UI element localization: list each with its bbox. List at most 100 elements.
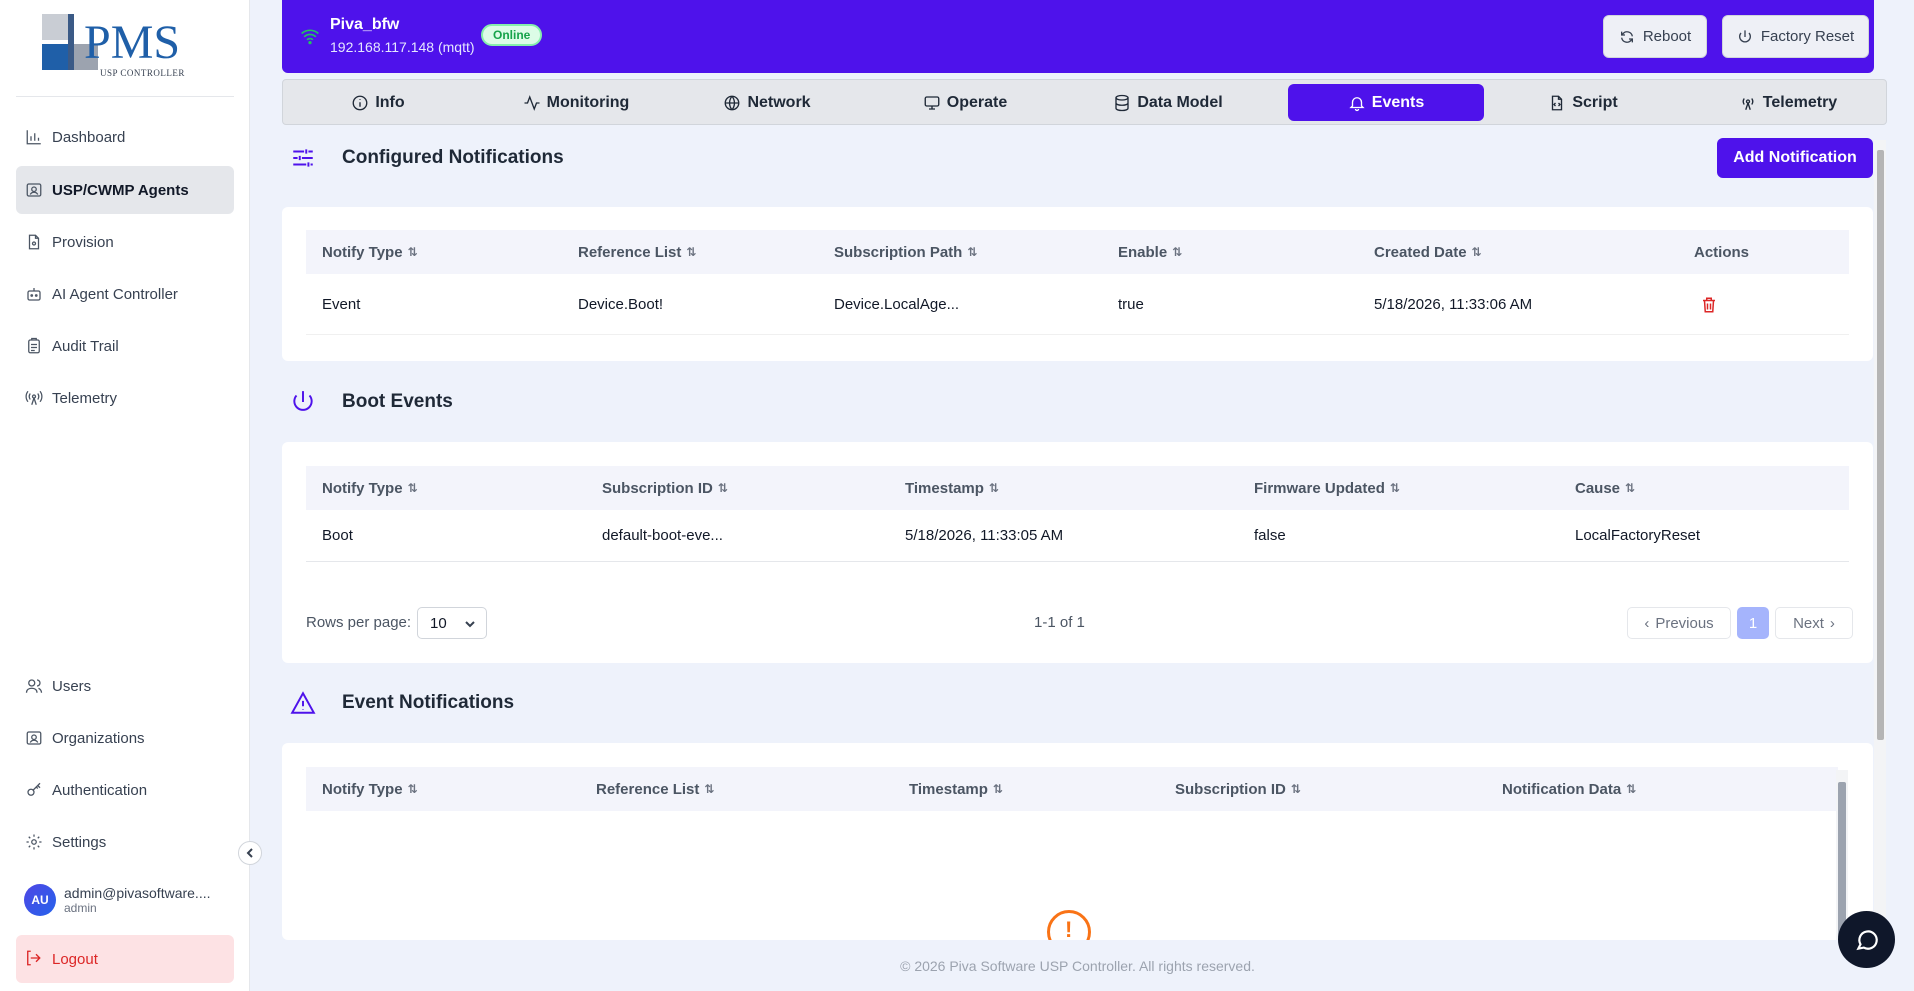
cell-created-date: 5/18/2026, 11:33:06 AM: [1374, 296, 1533, 313]
sort-icon: ⇅: [704, 782, 715, 796]
sidebar-item-telemetry[interactable]: Telemetry: [16, 374, 234, 422]
rows-per-page-label: Rows per page:: [306, 614, 412, 631]
user-email: admin@pivasoftware....: [64, 885, 211, 901]
chevron-left-icon: ‹: [1644, 614, 1650, 632]
sidebar-item-settings[interactable]: Settings: [16, 818, 234, 866]
column-header-notify-type[interactable]: Notify Type ⇅: [322, 781, 418, 798]
power-icon: [1738, 29, 1751, 42]
tab-telemetry[interactable]: Telemetry: [1703, 84, 1873, 121]
boot-events-header: Boot Events: [282, 382, 453, 422]
column-header-firmware-updated[interactable]: Firmware Updated ⇅: [1254, 480, 1400, 497]
delete-icon[interactable]: [1700, 296, 1718, 318]
cell-cause: LocalFactoryReset: [1575, 527, 1701, 544]
column-header-notification-data[interactable]: Notification Data ⇅: [1502, 781, 1636, 798]
tab-label: Info: [375, 93, 405, 111]
sidebar-item-ai-agent-controller[interactable]: AI Agent Controller: [16, 270, 234, 318]
next-page-button[interactable]: Next ›: [1775, 607, 1853, 639]
tab-network[interactable]: Network: [697, 84, 837, 121]
refresh-icon: [1620, 30, 1633, 43]
bell-icon: [1349, 96, 1365, 111]
column-header-notify-type[interactable]: Notify Type ⇅: [322, 244, 418, 261]
monitor-icon: [924, 95, 940, 110]
tab-operate[interactable]: Operate: [895, 84, 1035, 121]
cell-subscription-id: default-boot-eve...: [602, 527, 723, 544]
sidebar-item-usp-cwmp-agents[interactable]: USP/CWMP Agents: [16, 166, 234, 214]
sidebar-item-provision[interactable]: Provision: [16, 218, 234, 266]
logout-button[interactable]: Logout: [16, 935, 234, 983]
pms-logo[interactable]: PMS USP CONTROLLER: [40, 14, 212, 80]
sort-icon: ⇅: [967, 245, 978, 259]
factory-reset-button[interactable]: Factory Reset: [1722, 15, 1869, 58]
users-icon: [24, 676, 44, 696]
reboot-button[interactable]: Reboot: [1603, 15, 1707, 58]
antenna-icon: [24, 388, 44, 408]
sidebar-item-organizations[interactable]: Organizations: [16, 714, 234, 762]
column-header-cause[interactable]: Cause ⇅: [1575, 480, 1635, 497]
sidebar: PMS USP CONTROLLER Dashboard USP/CWMP Ag…: [0, 0, 250, 991]
tab-data-model[interactable]: Data Model: [1083, 84, 1253, 121]
section-title: Event Notifications: [342, 692, 515, 713]
column-header-reference-list[interactable]: Reference List ⇅: [596, 781, 714, 798]
sort-icon: ⇅: [407, 481, 418, 495]
device-address: 192.168.117.148 (mqtt): [330, 39, 475, 55]
sidebar-item-dashboard[interactable]: Dashboard: [16, 113, 234, 161]
table-scrollbar-thumb[interactable]: [1838, 782, 1846, 940]
table-row: Boot default-boot-eve... 5/18/2026, 11:3…: [306, 510, 1849, 562]
column-header-notify-type[interactable]: Notify Type ⇅: [322, 480, 418, 497]
column-header-timestamp[interactable]: Timestamp ⇅: [909, 781, 1003, 798]
sort-icon: ⇅: [686, 245, 697, 259]
tab-events[interactable]: Events: [1288, 84, 1484, 121]
sidebar-item-users[interactable]: Users: [16, 662, 234, 710]
tab-label: Operate: [946, 93, 1008, 111]
sidebar-item-audit-trail[interactable]: Audit Trail: [16, 322, 234, 370]
tab-label: Script: [1572, 93, 1618, 111]
tab-script[interactable]: Script: [1518, 84, 1648, 121]
avatar: AU: [24, 884, 56, 916]
chat-button[interactable]: [1838, 911, 1895, 968]
sidebar-collapse-button[interactable]: [238, 841, 262, 865]
chat-bubble-icon: [1855, 929, 1878, 950]
sort-icon: ⇅: [988, 481, 999, 495]
wifi-icon: [300, 26, 320, 46]
sort-icon: ⇅: [1172, 245, 1183, 259]
sort-icon: ⇅: [1389, 481, 1400, 495]
column-header-subscription-id[interactable]: Subscription ID ⇅: [1175, 781, 1301, 798]
sidebar-item-label: AI Agent Controller: [52, 285, 178, 303]
column-header-timestamp[interactable]: Timestamp ⇅: [905, 480, 999, 497]
clipboard-icon: [24, 336, 44, 356]
tab-label: Events: [1371, 93, 1425, 111]
user-profile[interactable]: AU admin@pivasoftware.... admin: [24, 880, 234, 920]
gear-icon: [24, 832, 44, 852]
page-scrollbar-thumb[interactable]: [1877, 150, 1884, 740]
tab-label: Data Model: [1137, 93, 1223, 111]
tab-monitoring[interactable]: Monitoring: [501, 84, 651, 121]
page-number-button[interactable]: 1: [1737, 607, 1769, 639]
rows-per-page-select[interactable]: 10: [417, 607, 487, 639]
tab-label: Telemetry: [1762, 93, 1838, 111]
column-header-subscription-id[interactable]: Subscription ID ⇅: [602, 480, 728, 497]
column-header-reference-list[interactable]: Reference List ⇅: [578, 244, 696, 261]
sort-icon: ⇅: [1290, 782, 1301, 796]
warning-triangle-icon: [290, 688, 320, 718]
tab-info[interactable]: Info: [323, 84, 433, 121]
column-header-created-date[interactable]: Created Date ⇅: [1374, 244, 1482, 261]
previous-page-button[interactable]: ‹ Previous: [1627, 607, 1731, 639]
chart-icon: [24, 127, 44, 147]
table-header: Notify Type ⇅ Reference List ⇅ Timestamp ⇅ …: [306, 767, 1838, 811]
sort-icon: ⇅: [1471, 245, 1482, 259]
configured-notifications-table: Notify Type ⇅ Reference List ⇅ Subscriptio…: [282, 207, 1873, 361]
event-notifications-table: Notify Type ⇅ Reference List ⇅ Timestamp ⇅ …: [282, 743, 1873, 940]
column-header-enable[interactable]: Enable ⇅: [1118, 244, 1182, 261]
sidebar-item-label: Users: [52, 677, 92, 695]
logo-text: PMS: [84, 16, 180, 69]
sidebar-item-authentication[interactable]: Authentication: [16, 766, 234, 814]
section-title: Configured Notifications: [342, 147, 564, 168]
logout-label: Logout: [52, 950, 98, 968]
chevron-left-icon: [246, 848, 253, 858]
column-header-subscription-path[interactable]: Subscription Path ⇅: [834, 244, 977, 261]
add-notification-button[interactable]: Add Notification: [1717, 138, 1873, 178]
rows-per-page-value: 10: [430, 614, 447, 632]
cell-firmware-updated: false: [1254, 527, 1286, 544]
cell-notify-type: Boot: [322, 527, 353, 544]
cell-subscription-path: Device.LocalAge...: [834, 296, 960, 313]
